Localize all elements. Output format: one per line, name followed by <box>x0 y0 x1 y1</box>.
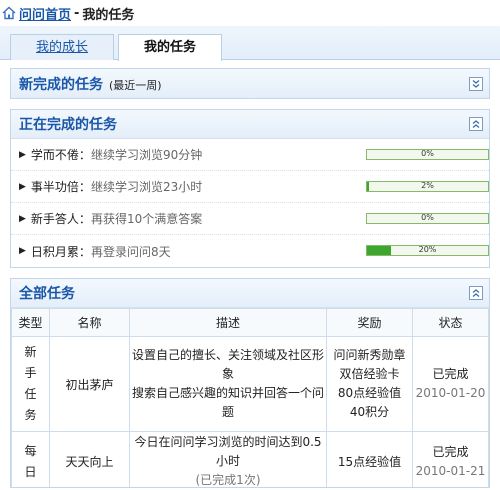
tab-my-growth[interactable]: 我的成长 <box>10 34 114 60</box>
bullet-arrow-icon: ▶ <box>19 246 26 256</box>
task-desc-cell: 今日在问问学习浏览的时间达到0.5小时 (已完成1次) <box>129 431 327 487</box>
progress-label: 0% <box>421 149 434 158</box>
task-progress-bar: 2% <box>366 181 489 192</box>
task-name-cell: 天天向上 <box>49 431 130 487</box>
status-text: 已完成 <box>432 444 469 459</box>
reward-line: 双倍经验卡 <box>339 367 400 381</box>
expand-toggle-button[interactable] <box>469 76 483 91</box>
column-header-name: 名称 <box>49 308 130 337</box>
task-reward-cell: 15点经验值 <box>326 431 413 487</box>
inprogress-tasks-header: 正在完成的任务 <box>11 110 489 139</box>
completed-tasks-panel: 新完成的任务 (最近一周) <box>10 68 490 99</box>
home-link[interactable]: 问问首页 <box>19 4 71 23</box>
task-status-cell: 已完成 2010-01-20 <box>412 336 489 432</box>
task-name: 日积月累： <box>30 244 91 259</box>
completed-subtitle: (最近一周) <box>109 78 162 92</box>
task-row[interactable]: ▶ 事半功倍： 继续学习浏览23小时 2% <box>11 171 489 203</box>
home-icon <box>2 6 16 20</box>
collapse-toggle-button[interactable] <box>469 286 483 300</box>
task-status-cell: 已完成 2010-01-21 <box>412 431 489 487</box>
column-header-type: 类型 <box>11 308 50 337</box>
breadcrumb-separator: - <box>74 5 80 21</box>
status-text: 已完成 <box>432 367 469 381</box>
table-row: 新 手 任 务 初出茅庐 设置自己的擅长、关注领域及社区形象 搜索自己感兴趣的知… <box>11 336 489 432</box>
all-tasks-header: 全部任务 <box>11 279 489 308</box>
task-type-cell: 每 日 <box>11 431 50 487</box>
type-char: 每 <box>24 443 37 458</box>
type-char: 任 <box>24 387 37 401</box>
all-tasks-panel: 全部任务 类型 名称 描述 奖励 状态 新 手 任 务 初出茅庐 设置自己的擅长… <box>10 278 490 488</box>
type-char: 务 <box>24 408 37 422</box>
progress-label: 20% <box>418 245 437 254</box>
status-date: 2010-01-20 <box>415 386 486 400</box>
type-char: 日 <box>24 464 37 479</box>
chevron-double-up-icon <box>472 120 480 128</box>
chevron-double-up-icon <box>472 289 480 297</box>
task-name-cell: 初出茅庐 <box>49 336 130 432</box>
completed-tasks-header: 新完成的任务 (最近一周) <box>11 69 489 98</box>
task-row[interactable]: ▶ 新手答人： 再获得10个满意答案 0% <box>11 203 489 235</box>
task-progress-bar: 0% <box>366 213 489 224</box>
task-desc: 继续学习浏览90分钟 <box>90 148 203 162</box>
inprogress-tasks-panel: 正在完成的任务 ▶ 学而不倦： 继续学习浏览90分钟 0% ▶ 事半功倍： 继续学习… <box>10 109 490 268</box>
task-progress-bar: 0% <box>366 149 489 160</box>
task-reward-cell: 问问新秀勋章 双倍经验卡 80点经验值 40积分 <box>326 336 413 432</box>
reward-line: 80点经验值 <box>337 386 402 400</box>
task-progress-bar: 20% <box>366 245 489 256</box>
all-tasks-title: 全部任务 <box>19 286 75 302</box>
task-name: 新手答人： <box>30 212 91 226</box>
tab-my-tasks[interactable]: 我的任务 <box>118 34 222 61</box>
bullet-arrow-icon: ▶ <box>19 149 26 160</box>
tab-bar: 我的成长 我的任务 <box>0 26 500 61</box>
desc-line: 今日在问问学习浏览的时间达到0.5小时 <box>134 435 322 468</box>
column-header-reward: 奖励 <box>326 308 413 337</box>
type-char: 新 <box>24 345 37 359</box>
task-name: 学而不倦： <box>30 148 91 162</box>
breadcrumb-current: 我的任务 <box>82 7 135 23</box>
inprogress-tasks-title: 正在完成的任务 <box>19 117 117 133</box>
chevron-double-down-icon <box>472 79 480 88</box>
completed-tasks-title: 新完成的任务 (最近一周) <box>19 74 162 94</box>
desc-line: (已完成1次) <box>195 473 261 487</box>
type-char: 手 <box>24 366 37 380</box>
desc-line: 设置自己的擅长、关注领域及社区形象 <box>131 348 324 381</box>
breadcrumb: 问问首页 - 我的任务 <box>0 0 500 26</box>
task-name: 事半功倍： <box>30 180 91 194</box>
column-header-status: 状态 <box>412 308 489 337</box>
status-date: 2010-01-21 <box>415 463 486 478</box>
progress-label: 0% <box>421 213 434 222</box>
table-row: 每 日 天天向上 今日在问问学习浏览的时间达到0.5小时 (已完成1次) 15点… <box>11 431 489 487</box>
column-header-desc: 描述 <box>129 308 327 337</box>
reward-line: 40积分 <box>349 405 390 419</box>
task-desc: 再获得10个满意答案 <box>90 212 203 226</box>
progress-label: 2% <box>421 181 434 190</box>
bullet-arrow-icon: ▶ <box>19 181 26 192</box>
desc-line: 搜索自己感兴趣的知识并回答一个问题 <box>131 386 324 419</box>
task-desc: 继续学习浏览23小时 <box>90 180 203 194</box>
reward-line: 问问新秀勋章 <box>333 348 406 362</box>
task-desc: 再登录问问8天 <box>90 244 171 259</box>
bullet-arrow-icon: ▶ <box>19 213 26 224</box>
all-tasks-table: 类型 名称 描述 奖励 状态 新 手 任 务 初出茅庐 设置自己的擅长、关注领域… <box>11 308 489 487</box>
collapse-toggle-button[interactable] <box>469 117 483 131</box>
task-type-cell: 新 手 任 务 <box>11 336 50 432</box>
task-desc-cell: 设置自己的擅长、关注领域及社区形象 搜索自己感兴趣的知识并回答一个问题 <box>129 336 327 432</box>
task-row[interactable]: ▶ 日积月累： 再登录问问8天 20% <box>11 235 489 267</box>
completed-title-text: 新完成的任务 <box>19 76 103 93</box>
task-row[interactable]: ▶ 学而不倦： 继续学习浏览90分钟 0% <box>11 139 489 171</box>
table-header-row: 类型 名称 描述 奖励 状态 <box>11 308 489 337</box>
